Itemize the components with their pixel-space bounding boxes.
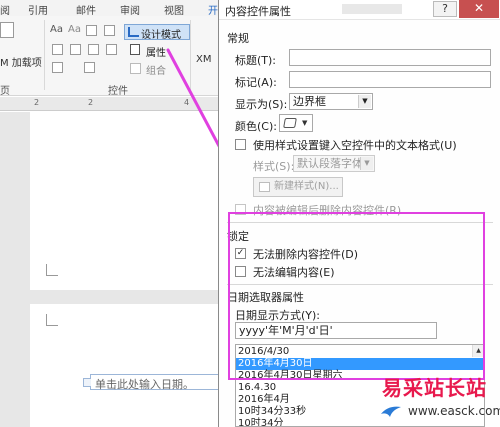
use-style-checkbox[interactable] bbox=[235, 139, 246, 150]
new-style-icon bbox=[259, 182, 270, 192]
paint-bucket-icon bbox=[283, 118, 297, 128]
chevron-down-icon: ▼ bbox=[302, 119, 308, 127]
bird-logo-icon bbox=[381, 406, 401, 417]
highlight-box bbox=[228, 212, 485, 380]
help-button[interactable]: ? bbox=[433, 1, 457, 17]
watermark: 易采站长站 www.easck.com bbox=[380, 368, 500, 427]
title-bar-ghost bbox=[342, 4, 402, 14]
new-style-label: 新建样式(N)... bbox=[274, 181, 339, 192]
watermark-url: www.easck.com bbox=[408, 404, 500, 418]
general-section-title: 常规 bbox=[227, 32, 249, 45]
close-button[interactable]: ✕ bbox=[459, 0, 499, 18]
style-label: 样式(S): bbox=[253, 160, 295, 173]
use-style-label: 使用样式设置键入空控件中的文本格式(U) bbox=[253, 139, 457, 152]
style-value: 默认段落字体 bbox=[297, 157, 363, 170]
show-as-label: 显示为(S): bbox=[235, 98, 288, 111]
show-as-value: 边界框 bbox=[293, 95, 326, 108]
show-as-select[interactable]: 边界框 ▼ bbox=[289, 93, 373, 110]
color-label: 颜色(C): bbox=[235, 120, 277, 133]
dialog-title-bar[interactable]: 内容控件属性 ? ✕ bbox=[219, 0, 500, 20]
chevron-down-icon: ▼ bbox=[360, 157, 373, 170]
color-picker-button[interactable]: ▼ bbox=[279, 114, 313, 132]
watermark-text: 易采站长站 bbox=[382, 376, 487, 400]
dialog-title: 内容控件属性 bbox=[225, 5, 291, 18]
style-select[interactable]: 默认段落字体 ▼ bbox=[293, 155, 375, 172]
tag-label: 标记(A): bbox=[235, 76, 277, 89]
new-style-button[interactable]: 新建样式(N)... bbox=[253, 177, 343, 197]
title-label: 标题(T): bbox=[235, 54, 277, 67]
chevron-down-icon: ▼ bbox=[358, 95, 371, 108]
tag-input[interactable] bbox=[289, 71, 491, 88]
title-input[interactable] bbox=[289, 49, 491, 66]
